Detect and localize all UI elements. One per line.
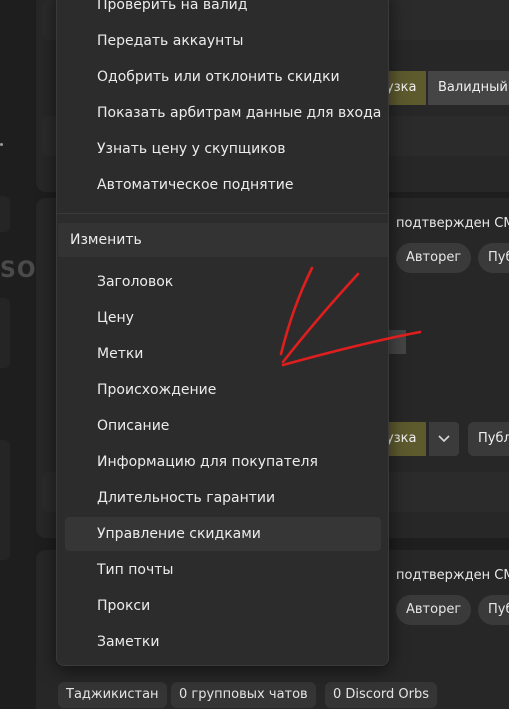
chip-autoreg[interactable]: Авторег [396,243,472,273]
left-panel-fragment [0,196,10,232]
menu-section-label: Изменить [70,232,142,248]
menu-item-description[interactable]: Описание [97,418,169,434]
status-dropdown-button[interactable] [429,422,459,456]
chip-public[interactable]: Пуб [478,595,509,625]
group-chats-chip[interactable]: 0 групповых чатов [171,682,316,708]
discord-orbs-chip[interactable]: 0 Discord Orbs [325,682,438,708]
menu-item-email-type[interactable]: Тип почты [97,562,173,578]
left-dot [0,143,3,146]
country-chip[interactable]: Таджикистан [58,682,167,708]
menu-item-discounts[interactable]: Управление скидками [97,526,261,542]
menu-item-notes[interactable]: Заметки [97,634,159,650]
menu-item-buyer-info[interactable]: Информацию для покупателя [97,454,318,470]
left-panel-fragment [0,298,10,368]
chevron-down-icon [438,435,450,443]
public-tag[interactable]: Публ [468,422,509,456]
listing-title[interactable]: подтвержден СМ [396,568,509,583]
chip-autoreg[interactable]: Авторег [396,595,472,625]
menu-item-price[interactable]: Цену [97,310,134,326]
menu-item-show-login-data[interactable]: Показать арбитрам данные для входа [97,105,381,121]
small-tag [386,330,406,354]
menu-item-warranty[interactable]: Длительность гарантии [97,490,275,506]
menu-item-transfer-accounts[interactable]: Передать аккаунты [97,33,243,49]
page: SO узка Валидный подтвержден СМ Авторег … [0,0,509,709]
menu-item-origin[interactable]: Происхождение [97,382,216,398]
background-ghost-text: SO [0,258,37,283]
menu-item-title[interactable]: Заголовок [97,274,173,290]
menu-divider [57,213,388,214]
menu-item-check-valid[interactable]: Проверить на валид [97,0,247,13]
listing-title[interactable]: подтвержден СМ [396,216,509,231]
validity-tag[interactable]: Валидный [428,71,509,105]
left-panel-fragment [0,440,10,560]
chip-public[interactable]: Пуб [478,243,509,273]
menu-item-approve-discounts[interactable]: Одобрить или отклонить скидки [97,69,340,85]
actions-dropdown-menu: Проверить на валид Передать аккаунты Одо… [56,0,389,666]
menu-item-auto-bump[interactable]: Автоматическое поднятие [97,177,293,193]
menu-section-header: Изменить [58,223,388,257]
menu-item-proxy[interactable]: Прокси [97,598,150,614]
menu-item-tags[interactable]: Метки [97,346,143,362]
menu-item-buyer-price[interactable]: Узнать цену у скупщиков [97,141,285,157]
